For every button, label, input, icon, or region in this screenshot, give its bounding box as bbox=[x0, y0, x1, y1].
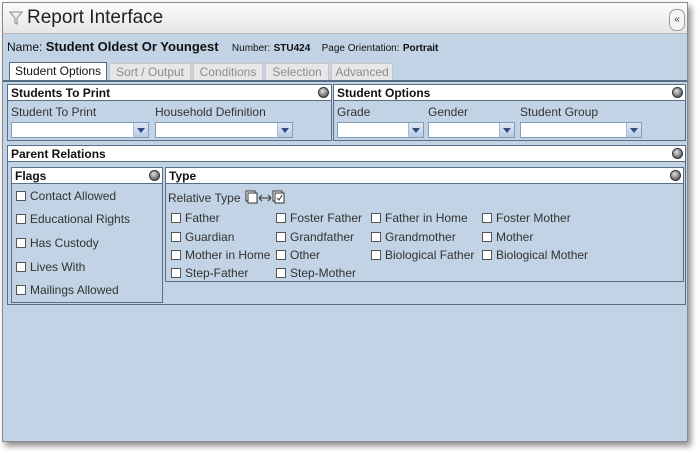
chevron-down-icon[interactable] bbox=[626, 123, 641, 137]
relative-grandfather[interactable]: Grandfather bbox=[276, 230, 354, 244]
student-options-panel: Student Options Grade Gender Student Gro… bbox=[333, 84, 686, 141]
tab-sort-output[interactable]: Sort / Output bbox=[109, 63, 191, 81]
flag-mailings-allowed[interactable]: Mailings Allowed bbox=[16, 283, 119, 297]
relative-step-mother[interactable]: Step-Mother bbox=[276, 266, 356, 280]
title-bar: Report Interface « bbox=[3, 3, 687, 34]
relative-grandmother[interactable]: Grandmother bbox=[371, 230, 456, 244]
relative-step-father[interactable]: Step-Father bbox=[171, 266, 248, 280]
checkbox[interactable] bbox=[371, 232, 381, 242]
panel-toggle-icon[interactable] bbox=[672, 148, 683, 159]
flag-lives-with[interactable]: Lives With bbox=[16, 260, 85, 274]
flag-has-custody[interactable]: Has Custody bbox=[16, 236, 99, 250]
checkbox[interactable] bbox=[16, 238, 26, 248]
checkbox[interactable] bbox=[171, 250, 181, 260]
checkbox[interactable] bbox=[171, 213, 181, 223]
parent-relations-panel: Parent Relations Flags Contact Allowed E… bbox=[7, 145, 686, 305]
page-orientation: Portrait bbox=[402, 43, 439, 54]
panel-toggle-icon[interactable] bbox=[670, 170, 681, 181]
type-header: Type bbox=[166, 168, 683, 184]
checkbox[interactable] bbox=[276, 250, 286, 260]
tab-selection[interactable]: Selection bbox=[265, 63, 329, 81]
student-group-select[interactable] bbox=[520, 122, 642, 138]
flags-panel: Flags Contact Allowed Educational Rights… bbox=[11, 167, 163, 303]
chevron-down-icon[interactable] bbox=[277, 123, 292, 137]
type-panel: Type Relative Type Father Foster Father … bbox=[165, 167, 684, 282]
page-orientation-label: Page Orientation: bbox=[321, 43, 400, 54]
filter-icon bbox=[9, 11, 23, 25]
report-name-label: Name: bbox=[7, 40, 43, 54]
relative-foster-mother[interactable]: Foster Mother bbox=[482, 211, 571, 225]
checkbox[interactable] bbox=[16, 214, 26, 224]
checkbox[interactable] bbox=[371, 213, 381, 223]
panel-toggle-icon[interactable] bbox=[672, 87, 683, 98]
relative-biological-father[interactable]: Biological Father bbox=[371, 248, 474, 262]
tab-advanced[interactable]: Advanced bbox=[331, 63, 393, 81]
parent-relations-header: Parent Relations bbox=[8, 146, 685, 162]
tab-conditions[interactable]: Conditions bbox=[193, 63, 263, 81]
relative-foster-father[interactable]: Foster Father bbox=[276, 211, 362, 225]
window-title: Report Interface bbox=[27, 7, 164, 28]
relative-type-label: Relative Type bbox=[168, 190, 285, 205]
relative-other[interactable]: Other bbox=[276, 248, 320, 262]
relative-mother-in-home[interactable]: Mother in Home bbox=[171, 248, 270, 262]
checkbox[interactable] bbox=[482, 250, 492, 260]
students-to-print-panel: Students To Print Student To Print House… bbox=[7, 84, 332, 141]
student-options-header: Student Options bbox=[334, 85, 685, 101]
chevron-down-icon[interactable] bbox=[499, 123, 514, 137]
relative-father-in-home[interactable]: Father in Home bbox=[371, 211, 468, 225]
collapse-panel-button[interactable]: « bbox=[669, 9, 685, 31]
gender-select[interactable] bbox=[428, 122, 515, 138]
report-number: STU424 bbox=[273, 43, 311, 54]
students-to-print-header: Students To Print bbox=[8, 85, 331, 101]
panel-toggle-icon[interactable] bbox=[318, 87, 329, 98]
household-definition-label: Household Definition bbox=[155, 105, 266, 119]
report-info: Name: Student Oldest Or Youngest Number:… bbox=[7, 39, 446, 54]
checkbox[interactable] bbox=[171, 232, 181, 242]
report-interface-window: Report Interface « Name: Student Oldest … bbox=[2, 2, 688, 442]
student-to-print-label: Student To Print bbox=[11, 105, 97, 119]
checkbox[interactable] bbox=[482, 232, 492, 242]
household-definition-select[interactable] bbox=[155, 122, 293, 138]
checkbox[interactable] bbox=[371, 250, 381, 260]
relative-mother[interactable]: Mother bbox=[482, 230, 533, 244]
relative-biological-mother[interactable]: Biological Mother bbox=[482, 248, 588, 262]
student-group-label: Student Group bbox=[520, 105, 599, 119]
flags-header: Flags bbox=[12, 168, 162, 184]
grade-select[interactable] bbox=[337, 122, 424, 138]
checkbox[interactable] bbox=[16, 262, 26, 272]
gender-label: Gender bbox=[428, 105, 469, 119]
student-to-print-select[interactable] bbox=[11, 122, 149, 138]
report-number-label: Number: bbox=[231, 43, 271, 54]
report-name: Student Oldest Or Youngest bbox=[45, 39, 219, 54]
checkbox[interactable] bbox=[276, 232, 286, 242]
chevron-down-icon[interactable] bbox=[408, 123, 423, 137]
grade-label: Grade bbox=[337, 105, 371, 119]
relative-guardian[interactable]: Guardian bbox=[171, 230, 234, 244]
checkbox[interactable] bbox=[276, 268, 286, 278]
panel-toggle-icon[interactable] bbox=[149, 170, 160, 181]
checkbox[interactable] bbox=[16, 191, 26, 201]
checkbox[interactable] bbox=[16, 285, 26, 295]
checkbox[interactable] bbox=[171, 268, 181, 278]
flag-educational-rights[interactable]: Educational Rights bbox=[16, 212, 130, 226]
tab-divider bbox=[3, 80, 687, 82]
flag-contact-allowed[interactable]: Contact Allowed bbox=[16, 189, 116, 203]
select-all-toggle-icon[interactable] bbox=[245, 190, 285, 204]
checkbox[interactable] bbox=[482, 213, 492, 223]
tab-student-options[interactable]: Student Options bbox=[9, 62, 107, 81]
checkbox[interactable] bbox=[276, 213, 286, 223]
chevron-down-icon[interactable] bbox=[133, 123, 148, 137]
relative-father[interactable]: Father bbox=[171, 211, 220, 225]
